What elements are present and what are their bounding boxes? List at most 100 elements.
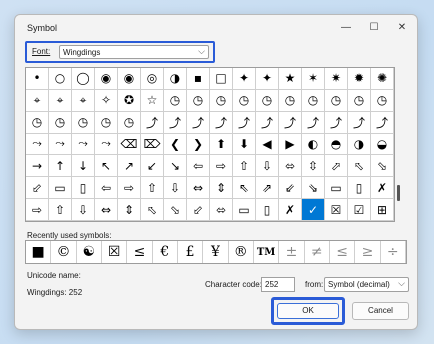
symbol-cell[interactable]: ○ <box>49 68 72 90</box>
symbol-cell[interactable]: ◷ <box>26 111 49 134</box>
symbol-cell[interactable]: ⤴ <box>325 111 348 134</box>
symbol-cell[interactable]: ⬃ <box>26 177 49 200</box>
recent-symbol[interactable]: ± <box>279 241 305 263</box>
symbol-cell[interactable]: ✦ <box>233 68 256 90</box>
symbol-cell[interactable]: ⇦ <box>95 177 118 200</box>
recent-symbol[interactable]: £ <box>178 241 204 263</box>
symbol-cell[interactable]: ◷ <box>187 89 210 112</box>
symbol-cell[interactable]: ⬀ <box>325 155 348 178</box>
symbol-cell[interactable]: ◉ <box>95 68 118 90</box>
symbol-cell[interactable]: ☒ <box>325 199 348 221</box>
cancel-button[interactable]: Cancel <box>352 302 409 320</box>
symbol-cell[interactable]: ◉ <box>118 68 141 90</box>
recent-symbol[interactable]: ☯ <box>77 241 102 263</box>
symbol-cell[interactable]: ⬆ <box>210 133 233 156</box>
symbol-cell[interactable]: ⇩ <box>256 155 279 178</box>
symbol-cell[interactable]: ◷ <box>233 89 256 112</box>
symbol-cell[interactable]: ⬁ <box>348 155 371 178</box>
grid-scrollbar[interactable] <box>395 67 403 222</box>
symbol-cell[interactable]: ✪ <box>118 89 141 112</box>
scrollbar-thumb[interactable] <box>397 185 400 201</box>
symbol-cell[interactable]: ⤴ <box>371 111 394 134</box>
symbol-cell[interactable]: • <box>26 68 49 90</box>
symbol-cell[interactable]: ⇘ <box>302 177 325 200</box>
symbol-cell[interactable]: ⇳ <box>302 155 325 178</box>
symbol-cell[interactable]: ⬂ <box>164 199 187 221</box>
symbol-cell[interactable]: ↘ <box>164 155 187 178</box>
symbol-cell[interactable]: ◓ <box>325 133 348 156</box>
symbol-cell[interactable]: ◷ <box>210 89 233 112</box>
symbol-cell[interactable]: ⤴ <box>233 111 256 134</box>
font-dropdown[interactable]: Wingdings ⌵ <box>59 45 209 59</box>
symbol-cell[interactable]: ⤳ <box>95 133 118 156</box>
recent-symbol[interactable]: ÷ <box>381 241 406 263</box>
recent-symbol[interactable]: ¥ <box>203 241 229 263</box>
symbol-cell[interactable]: ✹ <box>348 68 371 90</box>
symbol-cell[interactable]: ◷ <box>49 111 72 134</box>
symbol-cell[interactable]: ◷ <box>302 89 325 112</box>
symbol-cell[interactable]: ❯ <box>187 133 210 156</box>
recent-symbol[interactable]: © <box>51 241 77 263</box>
symbol-cell[interactable]: ⇦ <box>187 155 210 178</box>
symbol-cell[interactable]: ⤳ <box>49 133 72 156</box>
symbol-cell[interactable]: ⬄ <box>210 199 233 221</box>
close-icon[interactable]: ✕ <box>393 20 411 36</box>
symbol-cell[interactable]: ⌫ <box>118 133 141 156</box>
symbol-cell[interactable]: ⤴ <box>279 111 302 134</box>
symbol-cell[interactable]: ▭ <box>49 177 72 200</box>
symbol-cell[interactable]: ❮ <box>164 133 187 156</box>
symbol-cell[interactable]: ⤳ <box>26 133 49 156</box>
symbol-cell[interactable]: □ <box>210 68 233 90</box>
symbol-cell[interactable]: ⤴ <box>187 111 210 134</box>
symbol-cell[interactable]: ◑ <box>164 68 187 90</box>
symbol-cell[interactable]: ◷ <box>95 111 118 134</box>
symbol-cell[interactable]: ▶ <box>279 133 302 156</box>
symbol-cell[interactable]: ⤴ <box>348 111 371 134</box>
symbol-cell[interactable]: ⬄ <box>279 155 302 178</box>
recent-symbol[interactable]: ® <box>229 241 254 263</box>
symbol-cell[interactable]: ◑ <box>348 133 371 156</box>
symbol-cell[interactable]: ⬂ <box>371 155 394 178</box>
symbol-cell[interactable]: ✓ <box>302 199 325 221</box>
symbol-cell[interactable]: ⇔ <box>95 199 118 221</box>
recent-symbol[interactable]: € <box>153 241 178 263</box>
symbol-cell[interactable]: ◎ <box>141 68 164 90</box>
symbol-cell[interactable]: ✗ <box>371 177 394 200</box>
symbol-cell[interactable]: ⇩ <box>72 199 95 221</box>
symbol-cell[interactable]: ⇧ <box>49 199 72 221</box>
symbol-cell[interactable]: ⇧ <box>141 177 164 200</box>
symbol-cell[interactable]: ◷ <box>256 89 279 112</box>
symbol-cell[interactable]: ⇨ <box>26 199 49 221</box>
symbol-cell[interactable]: ⤴ <box>210 111 233 134</box>
symbol-cell[interactable]: ⤴ <box>302 111 325 134</box>
symbol-cell[interactable]: ⊞ <box>371 199 394 221</box>
symbol-cell[interactable]: ⇩ <box>164 177 187 200</box>
symbol-cell[interactable]: ⌖ <box>72 89 95 112</box>
symbol-cell[interactable]: ⬃ <box>187 199 210 221</box>
symbol-cell[interactable]: ▭ <box>325 177 348 200</box>
symbol-cell[interactable]: ✦ <box>256 68 279 90</box>
symbol-cell[interactable]: ◀ <box>256 133 279 156</box>
minimize-icon[interactable]: — <box>337 20 355 36</box>
symbol-cell[interactable]: ⇗ <box>256 177 279 200</box>
symbol-cell[interactable]: ✧ <box>95 89 118 112</box>
symbol-cell[interactable]: ↑ <box>49 155 72 178</box>
symbol-cell[interactable]: ◷ <box>164 89 187 112</box>
symbol-cell[interactable]: ⤳ <box>72 133 95 156</box>
symbol-cell[interactable]: ▭ <box>233 199 256 221</box>
symbol-cell[interactable]: ⇖ <box>233 177 256 200</box>
symbol-cell[interactable]: ⇕ <box>210 177 233 200</box>
symbol-cell[interactable]: ↗ <box>118 155 141 178</box>
symbol-cell[interactable]: ↓ <box>72 155 95 178</box>
recent-symbol[interactable]: ☒ <box>102 241 128 263</box>
recent-symbol[interactable]: ■ <box>26 241 52 263</box>
symbol-cell[interactable]: ⇨ <box>118 177 141 200</box>
symbol-cell[interactable]: ☑ <box>348 199 371 221</box>
recent-symbol[interactable]: ≠ <box>305 241 330 263</box>
symbol-cell[interactable]: ☆ <box>141 89 164 112</box>
from-dropdown[interactable]: Symbol (decimal) ⌵ <box>324 277 409 292</box>
symbol-cell[interactable]: ⬁ <box>141 199 164 221</box>
symbol-cell[interactable]: ⇔ <box>187 177 210 200</box>
recent-symbol[interactable]: ≤ <box>127 241 153 263</box>
symbol-cell[interactable]: ⇙ <box>279 177 302 200</box>
